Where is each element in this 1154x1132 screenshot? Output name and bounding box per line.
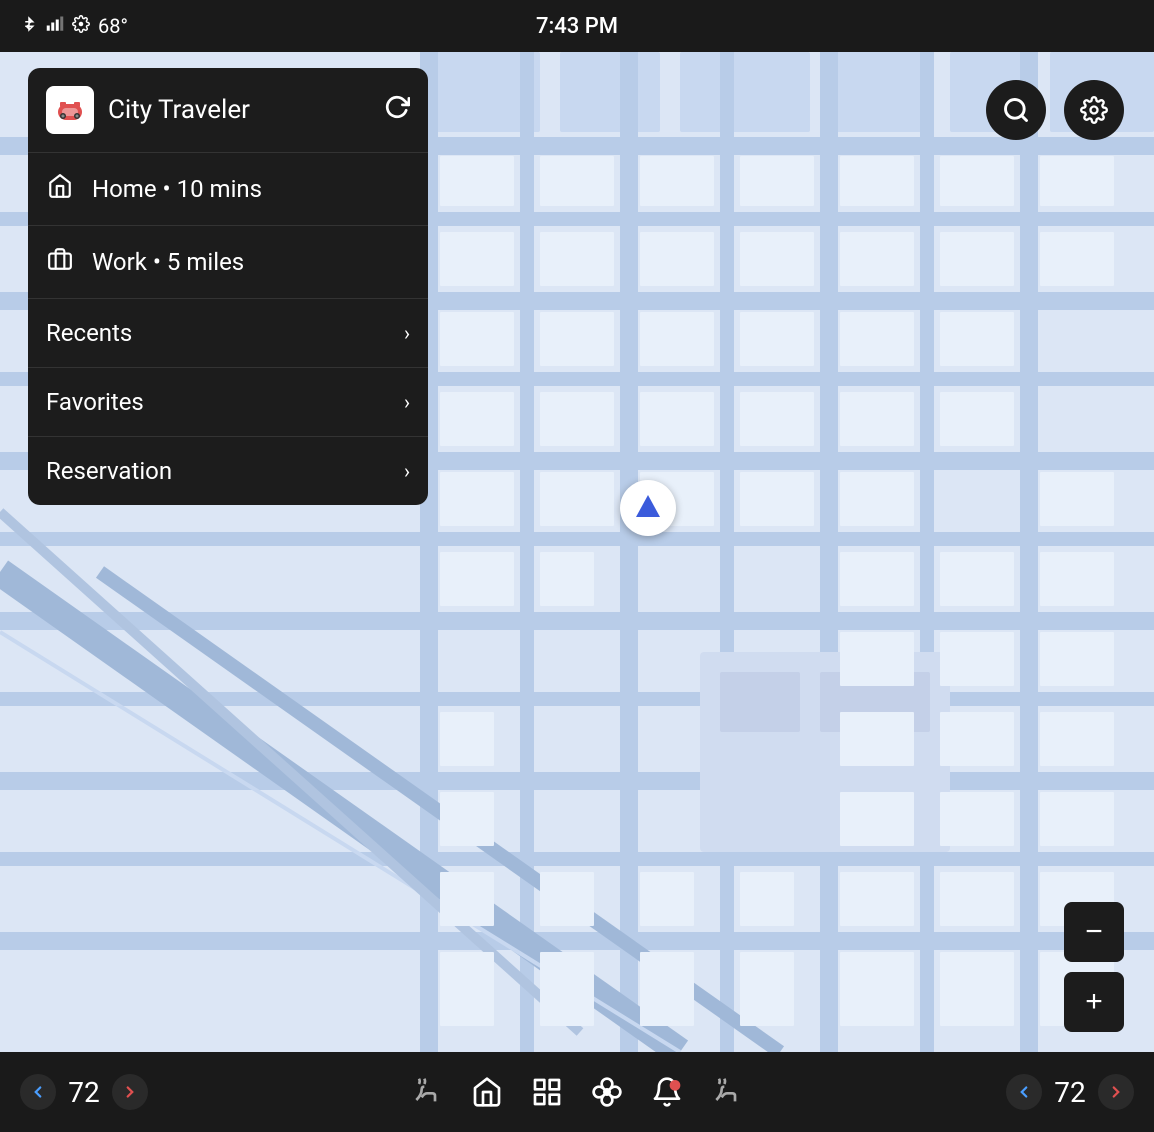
search-icon (1002, 96, 1030, 124)
right-temp-control: 72 (1006, 1074, 1134, 1110)
home-icon (46, 173, 74, 205)
status-time: 7:43 PM (536, 14, 618, 39)
bottom-bar: 72 (0, 1052, 1154, 1132)
zoom-out-icon: − (1085, 915, 1103, 949)
right-seat-heat-button[interactable] (711, 1076, 743, 1108)
work-label: Work • 5 miles (92, 248, 410, 276)
bluetooth-icon (20, 15, 38, 37)
bottom-center-icons (411, 1076, 743, 1108)
left-temp-value: 72 (64, 1076, 104, 1109)
nav-item-home[interactable]: Home • 10 mins (28, 153, 428, 226)
grid-button[interactable] (531, 1076, 563, 1108)
right-seat-heat-icon (711, 1076, 743, 1108)
right-temp-down-button[interactable] (1006, 1074, 1042, 1110)
reservation-chevron: › (404, 459, 410, 483)
signal-icon (46, 15, 64, 37)
status-left: 68° (20, 14, 128, 38)
refresh-button[interactable] (384, 94, 410, 126)
nav-panel: City Traveler Home • 10 mins Work • 5 mi… (28, 68, 428, 505)
zoom-in-icon: + (1085, 985, 1103, 1019)
nav-item-recents[interactable]: Recents › (28, 299, 428, 368)
map-settings-button[interactable] (1064, 80, 1124, 140)
recents-label: Recents (46, 319, 404, 347)
recents-chevron: › (404, 321, 410, 345)
nav-item-work[interactable]: Work • 5 miles (28, 226, 428, 299)
gear-status-icon (72, 15, 90, 37)
favorites-chevron: › (404, 390, 410, 414)
nav-header: City Traveler (28, 68, 428, 153)
home-nav-icon (471, 1076, 503, 1108)
home-button[interactable] (471, 1076, 503, 1108)
right-temp-value: 72 (1050, 1076, 1090, 1109)
work-icon (46, 246, 74, 278)
location-marker (620, 480, 676, 536)
location-arrow (636, 495, 660, 517)
favorites-label: Favorites (46, 388, 404, 416)
app-icon (46, 86, 94, 134)
seat-heat-button[interactable] (411, 1076, 443, 1108)
nav-item-favorites[interactable]: Favorites › (28, 368, 428, 437)
left-temp-down-button[interactable] (20, 1074, 56, 1110)
right-temp-up-button[interactable] (1098, 1074, 1134, 1110)
seat-heat-icon (411, 1076, 443, 1108)
bell-icon (651, 1076, 683, 1108)
grid-icon (531, 1076, 563, 1108)
status-bar: 68° 7:43 PM (0, 0, 1154, 52)
status-temperature: 68° (98, 14, 128, 38)
nav-header-left: City Traveler (46, 86, 250, 134)
left-temp-up-button[interactable] (112, 1074, 148, 1110)
fan-button[interactable] (591, 1076, 623, 1108)
nav-item-reservation[interactable]: Reservation › (28, 437, 428, 505)
notification-button[interactable] (651, 1076, 683, 1108)
home-label: Home • 10 mins (92, 175, 410, 203)
app-title: City Traveler (108, 95, 250, 125)
map-settings-icon (1080, 96, 1108, 124)
left-temp-control: 72 (20, 1074, 148, 1110)
search-button[interactable] (986, 80, 1046, 140)
zoom-out-button[interactable]: − (1064, 902, 1124, 962)
zoom-in-button[interactable]: + (1064, 972, 1124, 1032)
reservation-label: Reservation (46, 457, 404, 485)
fan-icon (591, 1076, 623, 1108)
